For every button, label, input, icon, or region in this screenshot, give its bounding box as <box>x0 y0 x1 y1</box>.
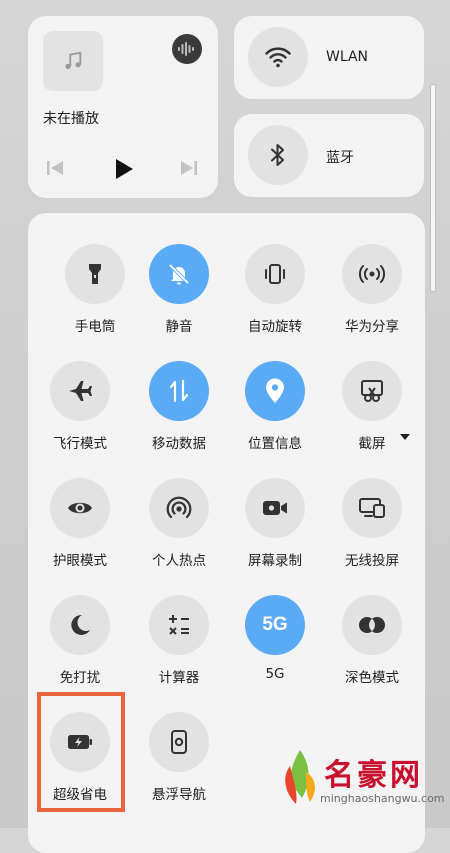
screen-record-icon <box>245 478 305 538</box>
next-button[interactable] <box>178 157 200 179</box>
watermark-logo-icon <box>285 750 315 804</box>
floating-nav-icon <box>149 712 209 772</box>
share-signal-icon <box>342 244 402 304</box>
tile-label: 手电筒 <box>74 319 116 335</box>
tile-mobile-data[interactable]: 移动数据 <box>131 361 227 469</box>
tile-huawei-share[interactable]: 华为分享 <box>324 244 420 352</box>
tile-label: 飞行模式 <box>53 436 107 452</box>
tile-auto-rotate[interactable]: 自动旋转 <box>227 244 323 352</box>
mobile-data-icon <box>149 361 209 421</box>
tile-flashlight[interactable]: 手电筒 <box>47 244 143 352</box>
wireless-projection-icon <box>342 478 402 538</box>
tile-label: 5G <box>265 666 285 682</box>
tile-screenshot[interactable]: 截屏 <box>324 361 420 469</box>
moon-icon <box>50 595 110 655</box>
airplane-icon <box>50 361 110 421</box>
previous-button[interactable] <box>44 157 66 179</box>
tile-label: 移动数据 <box>152 436 206 452</box>
music-note-icon <box>65 51 82 70</box>
rotate-icon <box>245 244 305 304</box>
5g-icon: 5G <box>245 595 305 655</box>
tile-location[interactable]: 位置信息 <box>227 361 323 469</box>
wlan-label: WLAN <box>326 49 369 65</box>
wlan-toggle[interactable]: WLAN <box>234 16 424 99</box>
dark-mode-icon <box>342 595 402 655</box>
voice-assistant-button[interactable] <box>172 34 202 64</box>
watermark: 名豪网 minghaoshangwu.com <box>276 746 450 828</box>
bluetooth-icon <box>271 144 284 166</box>
bluetooth-icon-circle[interactable] <box>248 125 308 185</box>
tile-label: 静音 <box>165 319 193 335</box>
voice-assistant-icon <box>178 42 194 56</box>
chevron-down-icon[interactable] <box>400 434 410 440</box>
album-art <box>43 31 103 91</box>
tile-screen-record[interactable]: 屏幕录制 <box>227 478 323 586</box>
tile-label: 免打扰 <box>59 670 101 686</box>
calculator-icon <box>149 595 209 655</box>
media-status-text: 未在播放 <box>43 111 99 127</box>
media-card[interactable]: 未在播放 <box>28 16 218 198</box>
location-icon <box>245 361 305 421</box>
highlight-box <box>37 692 125 812</box>
previous-icon <box>47 161 63 175</box>
hotspot-icon <box>149 478 209 538</box>
tile-floating-nav[interactable]: 悬浮导航 <box>131 712 227 820</box>
tile-wireless-projection[interactable]: 无线投屏 <box>324 478 420 586</box>
tile-silent[interactable]: 静音 <box>131 244 227 352</box>
tile-dark-mode[interactable]: 深色模式 <box>324 595 420 703</box>
bell-off-icon <box>149 244 209 304</box>
scrollbar[interactable] <box>430 84 436 292</box>
tile-label: 深色模式 <box>345 670 399 686</box>
tile-label: 屏幕录制 <box>248 553 302 569</box>
play-button[interactable] <box>112 157 136 181</box>
tile-do-not-disturb[interactable]: 免打扰 <box>32 595 128 703</box>
watermark-text: 名豪网 <box>324 758 423 793</box>
flashlight-icon <box>65 244 125 304</box>
tile-label: 悬浮导航 <box>152 787 206 803</box>
5g-icon-text: 5G <box>262 614 288 635</box>
tile-label: 位置信息 <box>248 436 302 452</box>
tile-eye-comfort[interactable]: 护眼模式 <box>32 478 128 586</box>
tile-label: 无线投屏 <box>345 553 399 569</box>
screenshot-icon <box>342 361 402 421</box>
wlan-icon-circle[interactable] <box>248 27 308 87</box>
eye-icon <box>50 478 110 538</box>
tile-label: 自动旋转 <box>248 319 302 335</box>
watermark-url: minghaoshangwu.com <box>320 792 445 805</box>
tile-calculator[interactable]: 计算器 <box>131 595 227 703</box>
tile-hotspot[interactable]: 个人热点 <box>131 478 227 586</box>
wifi-icon <box>265 47 291 68</box>
tile-airplane-mode[interactable]: 飞行模式 <box>32 361 128 469</box>
play-icon <box>116 159 133 179</box>
tile-label: 计算器 <box>158 670 200 686</box>
tile-label: 华为分享 <box>345 319 399 335</box>
tile-label: 个人热点 <box>152 553 206 569</box>
next-icon <box>181 161 197 175</box>
bluetooth-label: 蓝牙 <box>326 150 354 166</box>
tile-5g[interactable]: 5G 5G <box>227 595 323 703</box>
bluetooth-toggle[interactable]: 蓝牙 <box>234 114 424 197</box>
tile-label: 护眼模式 <box>53 553 107 569</box>
